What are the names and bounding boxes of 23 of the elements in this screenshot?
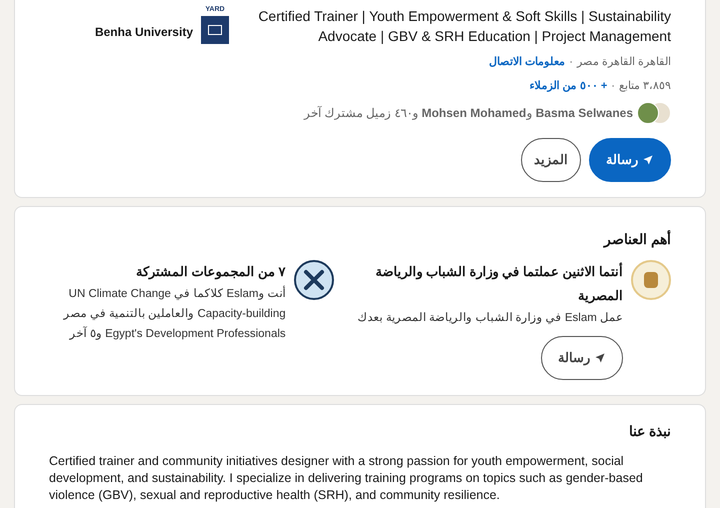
avatar (637, 102, 659, 124)
connections-link[interactable]: + ٥٠٠ من الزملاء (530, 78, 608, 94)
message-button[interactable]: رسالة (541, 336, 623, 380)
section-title: نبذة عنا (628, 422, 671, 441)
more-button[interactable]: المزيد (521, 138, 581, 182)
followers-count: ٣،٨٥٩ متابع (618, 78, 671, 94)
university-name: Benha University (94, 24, 193, 41)
highlight-description: أنت وEslam كلاكما في UN Climate Change Capacity-building والعاملين بالتنمية في مصر Egypt's Development Professionals و٥ آخر (49, 284, 286, 344)
highlight-title: أنتما الاثنين عملتما في وزارة الشباب والرياضة المصرية (374, 262, 623, 306)
ministry-logo (631, 260, 671, 300)
contact-info-link[interactable]: معلومات الاتصال (489, 54, 566, 70)
separator-dot: · (611, 78, 615, 94)
section-title: أهم العناصر (602, 229, 671, 250)
message-button[interactable]: رسالة (589, 138, 671, 182)
university-logo (201, 16, 229, 44)
highlight-description: عمل Eslam في وزارة الشباب والرياضة المصرية بعدك (358, 311, 623, 326)
about-text: Certified trainer and community initiatives designer with a strong passion for youth empowerment, social development, and sustainability. I specialize in delivering training programs on topics such as gender-based violence (GBV), sexual and reproductive health (SRH), and community resilience. (49, 453, 644, 504)
send-icon (594, 352, 606, 364)
location-text: القاهرة القاهرة مصر (576, 55, 671, 70)
separator-dot: · (569, 55, 573, 70)
profile-headline: Certified Trainer | Youth Empowerment & Soft Skills | Sustainability Advocate | GBV & SRH Education | Project Management (257, 7, 671, 46)
send-icon (642, 154, 654, 166)
highlight-title: ٧ من المجموعات المشتركة (136, 263, 286, 282)
